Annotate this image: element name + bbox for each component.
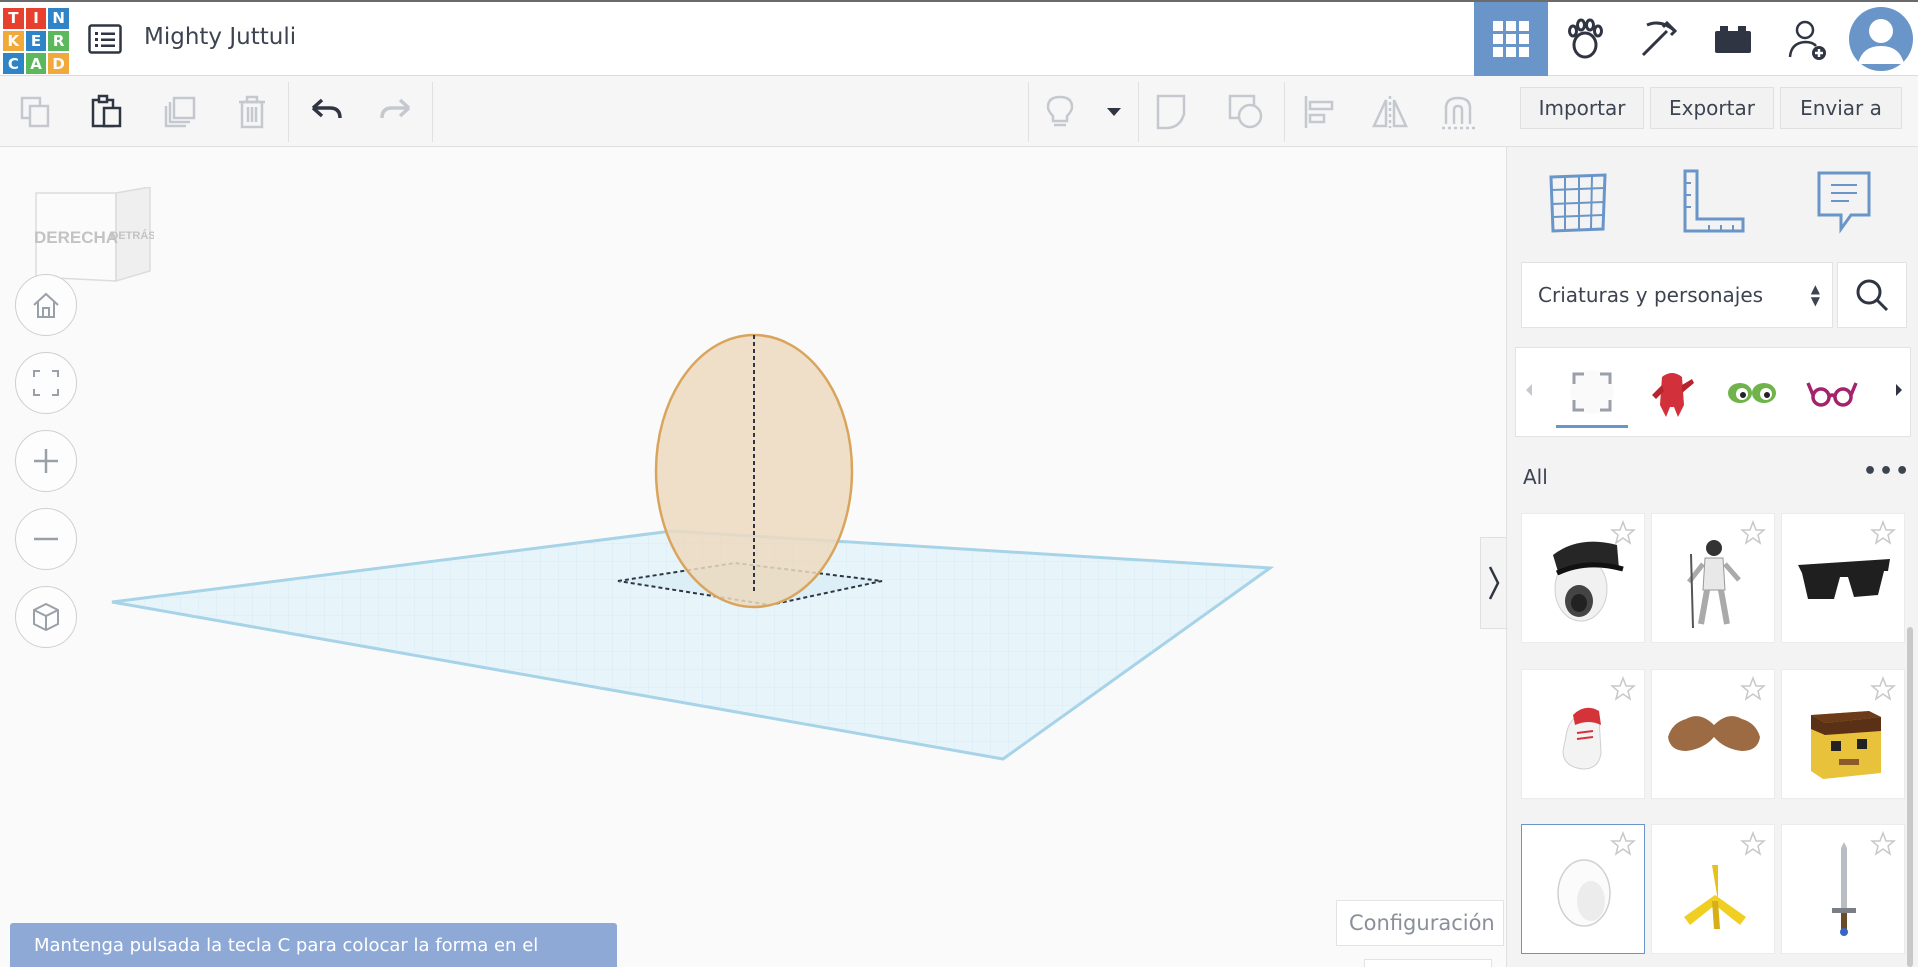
logo-letter: T [3,8,24,29]
snap-grid-control[interactable] [1364,959,1492,967]
undo-icon[interactable] [304,90,348,134]
favorite-star-icon[interactable] [1869,675,1897,706]
category-eyes-icon[interactable] [1716,358,1788,428]
carousel-right-icon[interactable] [1894,382,1904,402]
favorite-star-icon[interactable] [1739,675,1767,706]
logo-letter: D [48,53,69,74]
bricks-icon[interactable] [1696,2,1770,76]
workplane-scene[interactable] [0,147,1506,967]
logo-letter: I [25,8,47,29]
export-button[interactable]: Exportar [1650,87,1774,129]
shape-card-eyeball-hat[interactable] [1521,513,1645,643]
duplicate-icon[interactable] [158,90,202,134]
align-icon[interactable] [1298,90,1342,134]
design-list-icon[interactable] [88,24,122,54]
plus-icon [34,449,58,473]
shape-card-shoe[interactable] [1521,669,1645,799]
shape-card-egg[interactable] [1521,824,1645,954]
copy-icon[interactable] [14,90,58,134]
more-options-icon[interactable]: ••• [1863,459,1911,484]
pickaxe-icon[interactable] [1622,2,1696,76]
redo-icon[interactable] [374,90,418,134]
viewcube-face-right: DERECHA [34,228,118,247]
delete-icon[interactable] [230,90,274,134]
favorite-star-icon[interactable] [1609,830,1637,861]
hint-banner: Mantenga pulsada la tecla C para colocar… [10,923,617,967]
category-creature-icon[interactable] [1636,358,1708,428]
ungroup-icon[interactable] [1224,90,1268,134]
design-title[interactable]: Mighty Juttuli [144,24,296,50]
cube-perspective-icon [33,602,59,632]
zoom-out-button[interactable] [15,508,77,570]
favorite-star-icon[interactable] [1609,519,1637,550]
add-user-icon[interactable] [1770,2,1844,76]
workplane-grid-icon[interactable] [1543,167,1613,237]
favorite-star-icon[interactable] [1609,675,1637,706]
section-label: All [1523,465,1548,489]
favorite-star-icon[interactable] [1869,830,1897,861]
mirror-icon[interactable] [1368,90,1412,134]
send-to-button[interactable]: Enviar a [1780,87,1902,129]
shape-category-select[interactable]: Criaturas y personajes ▲ ▼ [1521,262,1833,328]
category-glasses-icon[interactable] [1796,358,1868,428]
logo-letter: A [25,53,47,74]
top-bar: TIN KER CAD Mighty Juttuli [0,0,1918,76]
panel-scrollbar[interactable] [1907,627,1913,967]
favorite-star-icon[interactable] [1739,519,1767,550]
3d-viewport[interactable]: DERECHA DETRÁS Configuración Mantenga pu… [0,147,1506,967]
logo-letter: N [48,8,69,29]
user-avatar[interactable] [1844,2,1918,76]
search-icon [1856,279,1889,312]
logo-letter: E [25,30,47,52]
shape-card-bird-foot[interactable] [1651,824,1775,954]
zoom-in-button[interactable] [15,430,77,492]
chevron-right-icon [1488,566,1499,600]
paste-icon[interactable] [84,90,128,134]
edit-toolbar [0,76,1506,147]
shape-category-value: Criaturas y personajes [1538,283,1764,307]
shape-card-astronaut[interactable] [1651,513,1775,643]
shapes-panel: Criaturas y personajes ▲ ▼ All ••• [1506,147,1918,967]
minus-icon [34,537,58,541]
3d-design-grid-icon[interactable] [1474,2,1548,76]
notes-icon[interactable] [1809,167,1879,237]
notes-lightbulb-icon[interactable] [1038,90,1082,134]
fit-view-icon [33,370,59,396]
viewcube-face-back: DETRÁS [110,229,154,242]
shape-card-mustache[interactable] [1651,669,1775,799]
import-button[interactable]: Importar [1520,87,1644,129]
sim-lab-paw-icon[interactable] [1548,2,1622,76]
category-all-icon[interactable] [1556,358,1628,428]
select-arrows-icon: ▲ ▼ [1810,282,1820,308]
home-icon [33,292,59,318]
logo-letter: R [48,30,69,52]
collapse-panel-button[interactable] [1480,537,1506,629]
logo-letter: K [3,30,24,52]
favorite-star-icon[interactable] [1739,830,1767,861]
group-icon[interactable] [1152,90,1196,134]
carousel-left-icon[interactable] [1524,382,1534,402]
category-carousel [1515,347,1911,437]
dropdown-caret-icon[interactable] [1092,90,1136,134]
shape-card-sunglasses[interactable] [1781,513,1905,643]
side-toolbar: Importar Exportar Enviar a [1506,76,1918,147]
logo-letter: C [3,53,24,74]
favorite-star-icon[interactable] [1869,519,1897,550]
settings-button[interactable]: Configuración [1336,900,1504,946]
ruler-icon[interactable] [1677,167,1747,237]
shape-card-block-head[interactable] [1781,669,1905,799]
shape-card-sword[interactable] [1781,824,1905,954]
home-view-button[interactable] [15,274,77,336]
search-button[interactable] [1837,262,1907,328]
fit-view-button[interactable] [15,352,77,414]
tinkercad-logo[interactable]: TIN KER CAD [3,8,69,74]
perspective-button[interactable] [15,586,77,648]
cruise-magnet-icon[interactable] [1438,90,1482,134]
